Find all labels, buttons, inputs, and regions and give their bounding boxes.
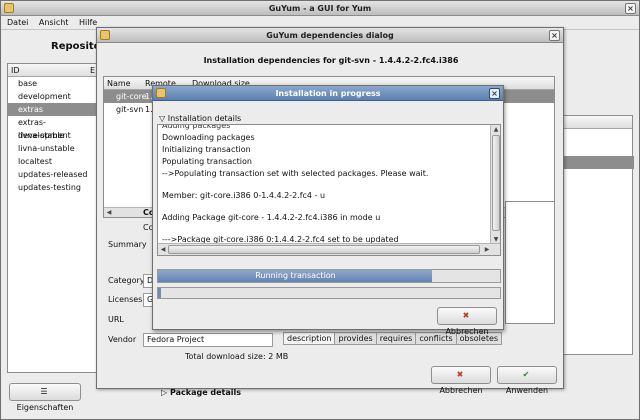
list-item[interactable]: extras (8, 103, 96, 116)
deps-close-icon[interactable]: × (549, 30, 560, 41)
summary-label: Summary (108, 240, 147, 249)
package-details-label: Package details (169, 388, 242, 397)
progress-status-text: Running transaction (255, 271, 336, 280)
packages-header (562, 116, 632, 129)
sub-progress-bar (157, 287, 501, 299)
progress-title: Installation in progress (275, 89, 381, 98)
row-name: git-core (116, 92, 147, 101)
menu-hilfe[interactable]: Hilfe (79, 18, 97, 27)
category-label: Category (108, 276, 145, 285)
list-item[interactable]: updates-testing (8, 181, 96, 194)
list-item[interactable]: development (8, 90, 96, 103)
log-line: Adding Package git-core - 1.4.4.2-2.fc4.… (162, 213, 381, 222)
packages-selected-row[interactable] (562, 156, 634, 169)
main-titlebar[interactable]: GuYum - a GUI for Yum × (1, 1, 639, 16)
log-line: -->Populating transaction set with selec… (162, 169, 429, 178)
scroll-up-icon[interactable]: ▲ (491, 125, 500, 135)
deps-app-icon (100, 30, 110, 40)
apply-label: Anwenden (505, 386, 549, 395)
list-item[interactable]: updates-released (8, 168, 96, 181)
vendor-field[interactable]: Fedora Project (143, 333, 273, 347)
progress-cancel-icon: ✖ (462, 311, 470, 320)
list-item[interactable]: base (8, 77, 96, 90)
menu-ansicht[interactable]: Ansicht (39, 18, 69, 27)
deps-heading: Installation dependencies for git-svn - … (203, 56, 459, 65)
progress-close-icon[interactable]: × (489, 88, 500, 99)
scroll-left-icon[interactable]: ◀ (104, 208, 114, 218)
col-name[interactable]: Name (107, 79, 131, 88)
tab-requires[interactable]: requires (375, 332, 417, 345)
repo-list-header: ID E (8, 64, 96, 77)
progress-cancel-button[interactable]: ✖ Abbrechen (437, 307, 497, 336)
log-scroll-thumb[interactable] (492, 135, 500, 231)
row-name: git-svn (116, 105, 144, 114)
expander-arrow-icon: ▷ (161, 388, 168, 397)
url-label: URL (108, 315, 124, 324)
expander-down-icon: ▽ (159, 114, 166, 123)
apply-button[interactable]: ✔ Anwenden (497, 366, 557, 395)
progress-cancel-label: Abbrechen (445, 327, 489, 336)
cancel-icon: ✖ (456, 370, 464, 379)
main-progress-bar: Running transaction (157, 269, 501, 283)
log-hscroll-thumb[interactable] (168, 245, 480, 254)
details-expander[interactable]: ▽ Installation details (159, 114, 241, 123)
hscroll-left-icon[interactable]: ◀ (158, 245, 168, 255)
total-download-size: Total download size: 2 MB (185, 352, 289, 361)
details-textarea[interactable] (505, 201, 555, 324)
progress-titlebar[interactable]: Installation in progress × (153, 86, 503, 101)
deps-titlebar[interactable]: GuYum dependencies dialog × (97, 28, 563, 43)
hscroll-right-icon[interactable]: ▶ (482, 245, 492, 255)
log-vscrollbar[interactable]: ▲ ▼ (490, 125, 500, 245)
tab-description[interactable]: description (283, 332, 336, 345)
close-icon[interactable]: × (625, 3, 636, 14)
log-view[interactable]: Adding packages Downloading packages Init… (157, 124, 501, 256)
apply-check-icon: ✔ (522, 370, 530, 379)
vendor-label: Vendor (108, 335, 137, 344)
log-line: Downloading packages (162, 133, 255, 142)
menu-datei[interactable]: Datei (7, 18, 28, 27)
log-line: Initializing transaction (162, 145, 251, 154)
log-line: Member: git-core.i386 0-1.4.4.2-2.fc4 - … (162, 191, 326, 200)
app-icon (4, 3, 14, 13)
list-item[interactable]: livna-unstable (8, 142, 96, 155)
log-hscrollbar[interactable]: ◀ ▶ (158, 243, 500, 255)
properties-button[interactable]: ☰ Eigenschaften (9, 383, 81, 412)
properties-icon: ☰ (40, 387, 48, 396)
list-item[interactable]: localtest (8, 155, 96, 168)
packages-panel (561, 115, 634, 355)
deps-cancel-label: Abbrechen (439, 386, 483, 395)
tab-provides[interactable]: provides (334, 332, 377, 345)
deps-title: GuYum dependencies dialog (266, 31, 394, 40)
column-id[interactable]: ID (11, 66, 20, 75)
log-cut-line: Adding packages (162, 124, 231, 130)
deps-cancel-button[interactable]: ✖ Abbrechen (431, 366, 491, 395)
repo-list: ID E base development extras extras-develop… (7, 63, 97, 373)
details-label: Installation details (167, 114, 242, 123)
package-details-expander[interactable]: ▷ Package details (161, 388, 241, 397)
progress-app-icon (156, 88, 166, 98)
log-line: Populating transaction (162, 157, 252, 166)
list-item[interactable]: livna-stable (8, 129, 96, 142)
progress-dialog: Installation in progress × ▽ Installatio… (152, 85, 504, 336)
list-item[interactable]: extras-development (8, 116, 96, 140)
main-title: GuYum - a GUI for Yum (268, 4, 372, 13)
properties-label: Eigenschaften (16, 403, 74, 412)
column-e[interactable]: E (90, 64, 95, 77)
sub-progress-fill (158, 288, 162, 298)
licenses-label: Licenses (108, 295, 143, 304)
